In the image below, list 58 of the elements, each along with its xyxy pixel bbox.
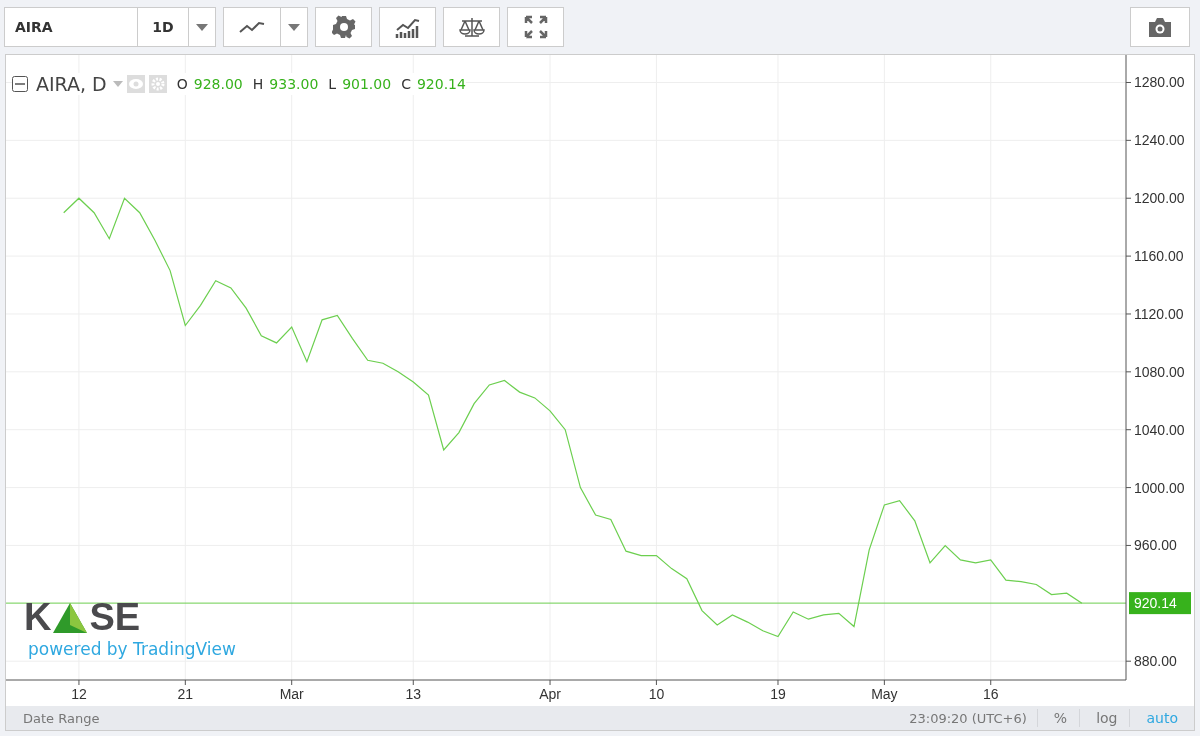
ohlc-value: 901.00 [342, 76, 392, 92]
ohlc-value: 933.00 [269, 76, 319, 92]
time-axis-label: 21 [177, 686, 194, 702]
indicators-button[interactable] [379, 7, 436, 47]
ohlc-key: O [176, 76, 188, 92]
powered-by-link[interactable]: powered by TradingView [28, 639, 236, 659]
fullscreen-button[interactable] [507, 7, 564, 47]
price-axis-label: 1160.00 [1134, 248, 1184, 265]
ohlc-key: H [252, 76, 264, 92]
triangle-logo-icon [53, 603, 88, 633]
settings-icon [331, 15, 356, 39]
interval-dropdown[interactable] [188, 7, 216, 47]
bar-chart-icon [394, 16, 421, 38]
chart-type-dropdown[interactable] [280, 7, 308, 47]
price-axis-label: 960.00 [1134, 537, 1177, 554]
settings-button[interactable] [315, 7, 372, 47]
time-axis-label: 12 [71, 686, 87, 702]
interval-button[interactable]: 1D [137, 7, 189, 47]
price-axis-label: 1280.00 [1134, 74, 1185, 91]
caret-icon [112, 81, 123, 87]
last-price-badge: 920.14 [1129, 592, 1191, 615]
snapshot-button[interactable] [1130, 7, 1190, 47]
scales-icon [458, 17, 485, 37]
symbol-field[interactable]: AIRA [4, 7, 138, 47]
ohlc-key: L [328, 76, 337, 92]
price-axis-label: 1120.00 [1134, 305, 1184, 322]
price-axis-label: 1000.00 [1134, 479, 1185, 496]
time-axis-label: Apr [539, 686, 561, 702]
price-axis-label: 1080.00 [1134, 363, 1185, 380]
line-chart-icon [239, 21, 265, 33]
ohlc-value: 928.00 [193, 76, 243, 92]
ohlc-value: 920.14 [416, 76, 466, 92]
logo-text: SE [89, 601, 141, 633]
scale-toggle[interactable]: auto [1129, 709, 1190, 727]
time-axis-label: Mar [279, 686, 304, 702]
scale-toggle[interactable]: % [1036, 709, 1080, 727]
logo-text: K [24, 601, 52, 633]
time-axis-label: 10 [648, 686, 665, 702]
scale-toggle[interactable]: log [1079, 709, 1130, 727]
date-range-button[interactable]: Date Range [23, 710, 100, 726]
time-axis-label: May [871, 686, 898, 702]
camera-icon [1147, 17, 1173, 37]
ohlc-key: C [401, 76, 411, 92]
time-axis-label: 16 [982, 686, 999, 702]
time-axis-label: 13 [405, 686, 422, 702]
price-axis-label: 1040.00 [1134, 421, 1185, 438]
price-axis-label: 1240.00 [1134, 132, 1185, 149]
ref-line-label: 920.14 [1134, 595, 1178, 612]
chart-type-button[interactable] [223, 7, 281, 47]
time-axis-label: 19 [770, 686, 786, 702]
price-axis-label: 880.00 [1134, 653, 1177, 670]
fullscreen-icon [523, 15, 548, 39]
caret-icon [196, 23, 208, 31]
caret-icon [288, 23, 300, 31]
price-axis-label: 1200.00 [1134, 190, 1185, 207]
clock-time: 23:09:20 (UTC+6) [909, 710, 1027, 726]
series-title: AIRA, D [36, 73, 107, 95]
compare-button[interactable] [443, 7, 500, 47]
